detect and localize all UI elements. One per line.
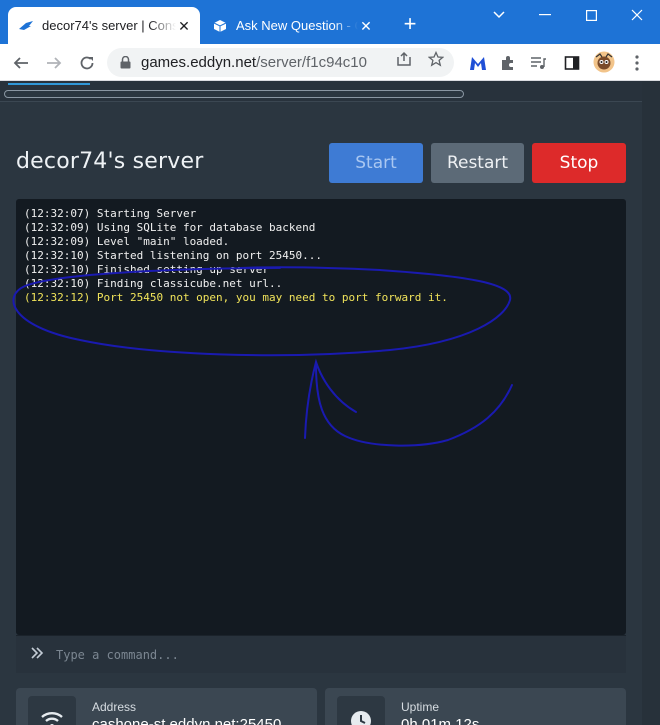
- address-card: Address cashone-st.eddyn.net:25450: [16, 688, 317, 725]
- site-bird-icon: [18, 18, 34, 34]
- uptime-value: 0h 01m 12s: [401, 716, 480, 725]
- uptime-card: Uptime 0h 01m 12s: [325, 688, 626, 725]
- console-output: (12:32:07) Starting Server (12:32:09) Us…: [16, 199, 626, 635]
- wifi-icon: [28, 696, 76, 725]
- tab-title: decor74's server | Cons: [42, 18, 176, 33]
- malwarebytes-extension-icon[interactable]: [468, 53, 488, 73]
- close-icon[interactable]: ✕: [176, 18, 192, 34]
- browser-tab-strip: decor74's server | Cons ✕ Ask New Questi…: [0, 0, 660, 44]
- url-host: games.eddyn.net: [141, 54, 257, 71]
- new-tab-button[interactable]: +: [398, 12, 422, 36]
- server-title: decor74's server: [16, 149, 204, 174]
- forward-arrow-icon[interactable]: [41, 50, 67, 76]
- uptime-label: Uptime: [401, 700, 440, 714]
- tab-server-console[interactable]: decor74's server | Cons ✕: [8, 7, 200, 44]
- page-top-nav: [0, 81, 642, 102]
- minimize-icon[interactable]: [522, 0, 568, 30]
- vertical-scroll-gutter[interactable]: [642, 81, 660, 725]
- address-value: cashone-st.eddyn.net:25450: [92, 716, 282, 725]
- command-input[interactable]: [56, 647, 596, 662]
- console-line: (12:32:10) Finding classicube.net url..: [24, 277, 283, 290]
- lock-icon: [117, 55, 133, 71]
- restart-button[interactable]: Restart: [431, 143, 524, 183]
- double-chevron-right-icon: [30, 646, 44, 664]
- window-controls: [476, 0, 660, 30]
- stop-button[interactable]: Stop: [532, 143, 626, 183]
- console-line: (12:32:07) Starting Server: [24, 207, 197, 220]
- maximize-icon[interactable]: [568, 0, 614, 30]
- back-arrow-icon[interactable]: [8, 50, 34, 76]
- console-line: (12:32:09) Using SQLite for database bac…: [24, 221, 316, 234]
- console-line: (12:32:09) Level "main" loaded.: [24, 235, 230, 248]
- side-panel-icon[interactable]: [562, 53, 582, 73]
- active-nav-indicator: [8, 83, 90, 85]
- command-bar: [16, 635, 626, 673]
- star-icon[interactable]: [427, 50, 445, 68]
- share-icon[interactable]: [395, 50, 413, 68]
- profile-avatar-icon[interactable]: [593, 51, 615, 73]
- console-line: (12:32:10) Started listening on port 254…: [24, 249, 323, 262]
- console-line: (12:32:10) Finished setting up server: [24, 263, 270, 276]
- horizontal-scrollbar[interactable]: [4, 90, 464, 98]
- clock-icon: [337, 696, 385, 725]
- cube-icon: [212, 18, 228, 34]
- chevron-down-icon[interactable]: [476, 0, 522, 30]
- reload-icon[interactable]: [74, 50, 100, 76]
- tab-title: Ask New Question - Cla: [236, 18, 358, 33]
- page-content: decor74's server Start Restart Stop (12:…: [0, 81, 660, 725]
- close-icon[interactable]: ✕: [358, 18, 374, 34]
- tab-ask-question[interactable]: Ask New Question - Cla ✕: [202, 7, 382, 44]
- address-label: Address: [92, 700, 137, 714]
- browser-toolbar: games.eddyn.net/server/f1c94c10: [0, 44, 660, 81]
- close-window-icon[interactable]: [614, 0, 660, 30]
- media-playlist-icon[interactable]: [528, 53, 548, 73]
- url-path: /server/f1c94c10: [256, 54, 367, 71]
- console-line-warning: (12:32:12) Port 25450 not open, you may …: [24, 291, 448, 304]
- kebab-menu-icon[interactable]: [627, 53, 647, 73]
- puzzle-extension-icon[interactable]: [498, 53, 518, 73]
- start-button[interactable]: Start: [329, 143, 423, 183]
